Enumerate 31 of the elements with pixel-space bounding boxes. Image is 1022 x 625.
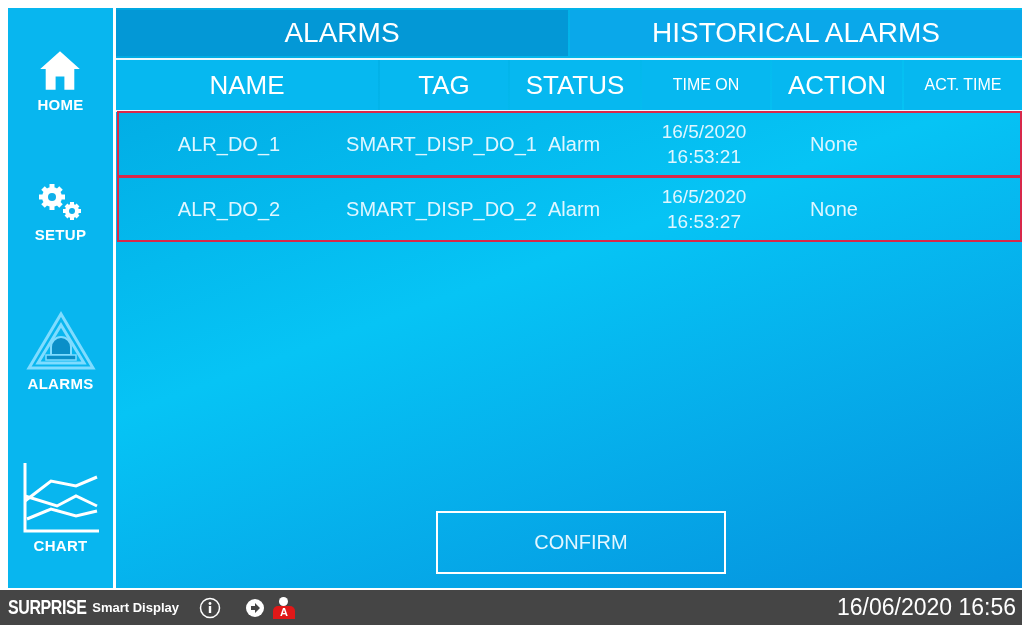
table-cell-text: 16/5/2020 16:53:27 <box>660 185 748 234</box>
column-header: TIME ON <box>642 60 770 110</box>
nav-item[interactable]: ALARMS <box>25 311 96 393</box>
logout-icon[interactable] <box>244 597 265 618</box>
column-header: STATUS <box>510 60 640 110</box>
brand-logo: SURPRISE <box>8 596 87 619</box>
table-cell-text: Alarm <box>547 197 602 221</box>
date-time: 16/06/2020 16:56 <box>836 594 1016 621</box>
tab[interactable]: HISTORICAL ALARMS <box>570 10 1022 56</box>
table-cell-text: ALR_DO_1 <box>176 132 282 156</box>
table-cell-text: None <box>809 132 859 156</box>
nav-item[interactable]: SETUP <box>33 181 88 243</box>
table-cell-text: 16/5/2020 16:53:21 <box>660 120 748 169</box>
table-cell-text: Alarm <box>547 132 602 156</box>
table-cell-text: SMART_DISP_DO_1 <box>345 132 538 156</box>
table-cell-text: ALR_DO_2 <box>176 197 282 221</box>
confirm-button[interactable]: CONFIRM <box>436 511 726 574</box>
column-header: NAME <box>116 60 378 110</box>
alarm-row[interactable]: ALR_DO_1 SMART_DISP_DO_1 Alarm 16/5/2020 16:53:21 None <box>117 111 1022 177</box>
nav-item[interactable]: HOME <box>37 48 84 114</box>
table-cell-text: None <box>809 197 859 221</box>
column-header: TAG <box>380 60 508 110</box>
tab[interactable]: ALARMS <box>116 10 568 56</box>
info-icon[interactable] <box>198 596 221 619</box>
warning-beacon-icon <box>25 311 96 372</box>
nav-item[interactable]: CHART <box>20 460 101 554</box>
table-cell-text: SMART_DISP_DO_2 <box>345 197 538 221</box>
column-header: ACTION <box>772 60 902 110</box>
alarm-row[interactable]: ALR_DO_2 SMART_DISP_DO_2 Alarm 16/5/2020 16:53:27 None <box>117 176 1022 242</box>
product-name: Smart Display <box>92 600 179 615</box>
column-header: ACT. TIME <box>904 60 1022 110</box>
